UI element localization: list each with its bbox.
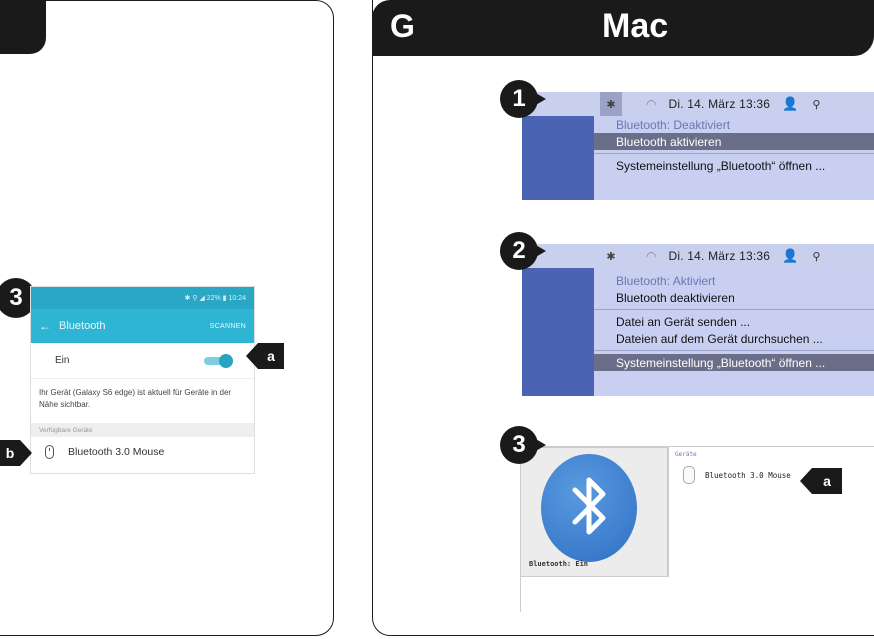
visibility-info: Ihr Gerät (Galaxy S6 edge) ist aktuell f… (39, 388, 232, 409)
section-letter: G (390, 8, 415, 44)
open-bluetooth-prefs-item[interactable]: Systemeinstellung „Bluetooth“ öffnen ... (594, 157, 874, 174)
deactivate-bluetooth-item[interactable]: Bluetooth deaktivieren (594, 289, 874, 306)
callout-a-right: a (800, 468, 842, 494)
scan-button[interactable]: SCANNEN (210, 323, 246, 330)
mac-menubar: ✱ ◠ Di. 14. März 13:36 👤 ⚲ (522, 92, 874, 116)
menubar-datetime: Di. 14. März 13:36 (668, 97, 771, 111)
section-title: Mac (602, 7, 669, 45)
callout-a-left: a (246, 343, 284, 369)
menubar-datetime: Di. 14. März 13:36 (668, 249, 771, 263)
status-deactivated: Bluetooth: Deaktiviert (616, 117, 731, 132)
bluetooth-menu-icon[interactable]: ✱ (600, 92, 622, 116)
android-title: Bluetooth (59, 320, 106, 332)
status-activated: Bluetooth: Aktiviert (616, 273, 716, 288)
device-list-item[interactable]: Bluetooth 3.0 Mouse (31, 437, 254, 467)
menu-separator (594, 350, 874, 351)
mac-menu-screenshot-2: ✱ ◠ Di. 14. März 13:36 👤 ⚲ Bluetooth: Ak… (522, 244, 874, 396)
callout-b-left: b (0, 440, 32, 466)
bluetooth-status: Bluetooth: Ein (529, 560, 589, 568)
search-icon: ⚲ (812, 98, 821, 111)
android-app-bar: ← Bluetooth SCANNEN (31, 309, 254, 343)
back-arrow-icon[interactable]: ← (39, 319, 51, 333)
prefs-sidebar: Bluetooth: Ein (520, 447, 668, 577)
mouse-icon (45, 445, 54, 459)
mac-menubar: ✱ ◠ Di. 14. März 13:36 👤 ⚲ (522, 244, 874, 268)
mouse-icon (683, 466, 695, 484)
open-bluetooth-prefs-item[interactable]: Systemeinstellung „Bluetooth“ öffnen ... (594, 354, 874, 371)
activate-bluetooth-item[interactable]: Bluetooth aktivieren (594, 133, 874, 150)
bluetooth-toggle-row[interactable]: Ein (31, 343, 254, 379)
menu-separator (594, 153, 874, 154)
bluetooth-toggle[interactable] (204, 353, 233, 368)
android-bluetooth-screen: ✱ ⚲ ◢ 22% ▮ 10:24 ← Bluetooth SCANNEN Ei… (30, 286, 255, 474)
devices-header: Geräte (675, 451, 697, 458)
ein-label: Ein (55, 355, 70, 366)
wifi-icon: ◠ (646, 249, 657, 263)
step-badge-3-right: 3 (500, 426, 546, 464)
android-status-bar: ✱ ⚲ ◢ 22% ▮ 10:24 (31, 287, 254, 309)
browse-files-item[interactable]: Dateien auf dem Gerät durchsuchen ... (594, 330, 874, 347)
available-devices-header: Verfügbare Geräte (31, 423, 254, 437)
desktop-background (522, 116, 594, 200)
search-icon: ⚲ (812, 250, 821, 263)
wifi-icon: ◠ (646, 97, 657, 111)
divider (520, 577, 521, 612)
step-badge-2: 2 (500, 232, 546, 270)
left-panel-header (0, 0, 46, 54)
send-file-item[interactable]: Datei an Gerät senden ... (594, 313, 874, 330)
bluetooth-menu-icon[interactable]: ✱ (600, 244, 622, 268)
bluetooth-dropdown-1: Bluetooth: Deaktiviert Bluetooth aktivie… (594, 116, 874, 200)
right-panel-header: G Mac (372, 0, 874, 56)
bluetooth-logo-icon (541, 454, 637, 562)
user-icon: 👤 (782, 248, 799, 263)
menu-separator (594, 309, 874, 310)
device-list: Geräte Bluetooth 3.0 Mouse (668, 447, 874, 577)
device-list-item[interactable]: Bluetooth 3.0 Mouse (669, 466, 874, 484)
mac-menu-screenshot-1: ✱ ◠ Di. 14. März 13:36 👤 ⚲ Bluetooth: De… (522, 92, 874, 200)
device-name: Bluetooth 3.0 Mouse (68, 446, 165, 458)
bluetooth-dropdown-2: Bluetooth: Aktiviert Bluetooth deaktivie… (594, 268, 874, 396)
step-badge-1: 1 (500, 80, 546, 118)
device-name: Bluetooth 3.0 Mouse (705, 470, 791, 480)
user-icon: 👤 (782, 96, 799, 111)
desktop-background (522, 268, 594, 396)
